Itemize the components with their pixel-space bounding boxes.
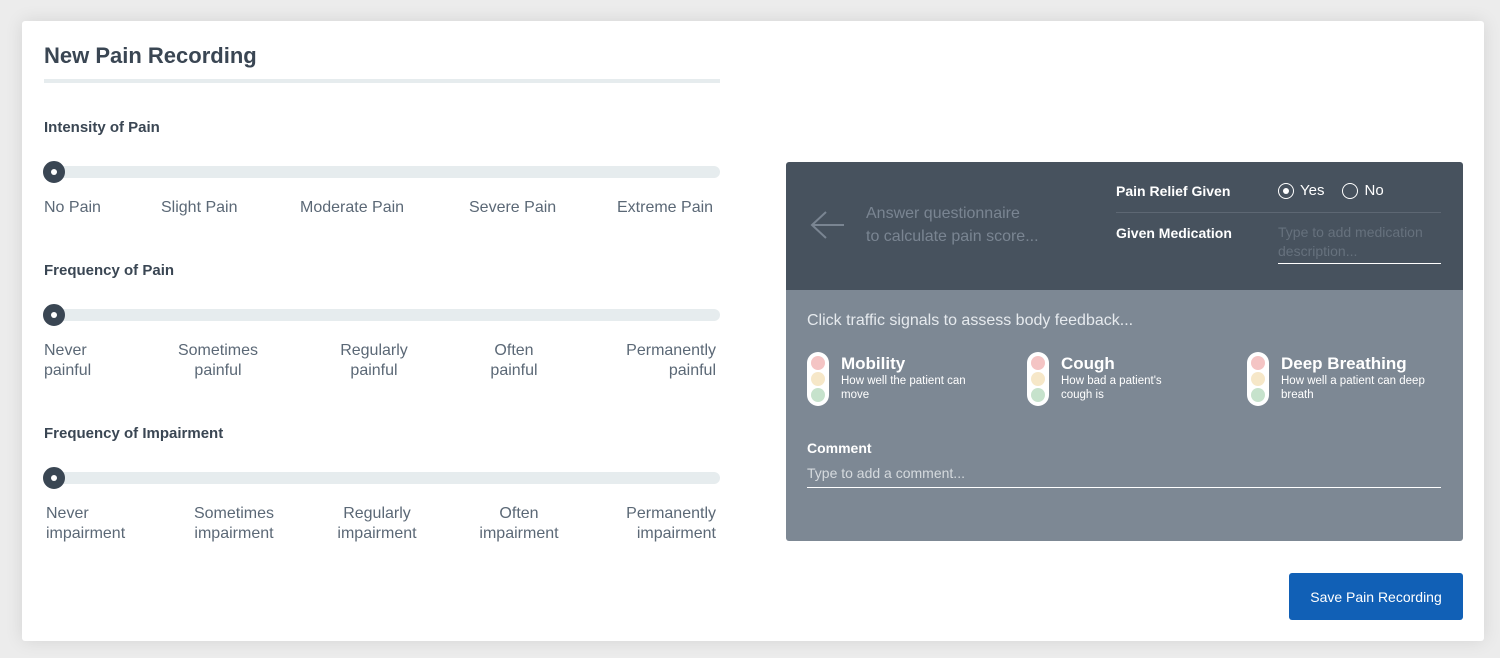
frequency-pain-label: Frequency of Pain: [44, 262, 175, 279]
radio-no-label: No: [1364, 182, 1384, 199]
impairment-option-regularly[interactable]: Regularly impairment: [327, 504, 427, 544]
frequency-impairment-slider[interactable]: [43, 467, 720, 489]
intensity-option-moderate-pain[interactable]: Moderate Pain: [300, 198, 404, 218]
given-medication-label: Given Medication: [1116, 225, 1232, 241]
radio-yes-label: Yes: [1300, 182, 1325, 199]
traffic-light-icon[interactable]: [807, 352, 829, 406]
intensity-option-no-pain[interactable]: No Pain: [44, 198, 101, 218]
frequency-pain-option-often[interactable]: Often painful: [464, 341, 564, 381]
impairment-option-sometimes[interactable]: Sometimes impairment: [184, 504, 284, 544]
frequency-pain-option-never[interactable]: Never painful: [44, 341, 91, 381]
back-arrow-icon[interactable]: [810, 210, 846, 240]
signal-title: Cough: [1061, 354, 1115, 373]
frequency-pain-slider[interactable]: [43, 304, 720, 326]
comment-label: Comment: [807, 440, 872, 456]
signal-cough[interactable]: Cough How bad a patient's cough is: [1027, 352, 1191, 406]
page-title: New Pain Recording: [44, 43, 257, 68]
panel-header: Answer questionnaire to calculate pain s…: [786, 162, 1463, 290]
frequency-pain-slider-handle[interactable]: [43, 304, 65, 326]
signal-description: How well the patient can move: [841, 375, 966, 401]
title-divider: [44, 79, 720, 83]
radio-checked-icon: [1278, 182, 1294, 199]
intensity-slider[interactable]: [43, 161, 720, 183]
traffic-signal-hint: Click traffic signals to assess body fee…: [807, 312, 1134, 329]
signal-mobility[interactable]: Mobility How well the patient can move: [807, 352, 976, 406]
save-pain-recording-button[interactable]: Save Pain Recording: [1289, 573, 1463, 620]
signal-description: How bad a patient's cough is: [1061, 375, 1162, 401]
impairment-option-never[interactable]: Never impairment: [46, 504, 125, 544]
pain-relief-no-radio[interactable]: No: [1342, 182, 1384, 199]
questionnaire-hint: Answer questionnaire to calculate pain s…: [866, 205, 1039, 245]
frequency-impairment-label: Frequency of Impairment: [44, 425, 224, 442]
pain-relief-label: Pain Relief Given: [1116, 183, 1231, 199]
comment-input[interactable]: Type to add a comment...: [807, 465, 1441, 488]
intensity-option-slight-pain[interactable]: Slight Pain: [161, 198, 238, 218]
pain-score-panel: Answer questionnaire to calculate pain s…: [786, 162, 1463, 541]
medication-input[interactable]: Type to add medication description...: [1278, 223, 1441, 264]
intensity-slider-handle[interactable]: [43, 161, 65, 183]
pain-relief-radio-group: Yes No: [1278, 182, 1384, 199]
traffic-light-icon[interactable]: [1247, 352, 1269, 406]
signal-title: Mobility: [841, 354, 906, 373]
signal-description: How well a patient can deep breath: [1281, 375, 1425, 401]
pain-relief-yes-radio[interactable]: Yes: [1278, 182, 1324, 199]
frequency-pain-option-sometimes[interactable]: Sometimes painful: [168, 341, 268, 381]
frequency-pain-option-permanently[interactable]: Permanently painful: [596, 341, 716, 381]
intensity-option-severe-pain[interactable]: Severe Pain: [469, 198, 556, 218]
intensity-option-extreme-pain[interactable]: Extreme Pain: [617, 198, 713, 218]
impairment-option-often[interactable]: Often impairment: [469, 504, 569, 544]
frequency-pain-option-regularly[interactable]: Regularly painful: [324, 341, 424, 381]
impairment-option-permanently[interactable]: Permanently impairment: [596, 504, 716, 544]
signal-title: Deep Breathing: [1281, 354, 1407, 373]
panel-body: Click traffic signals to assess body fee…: [786, 290, 1463, 541]
pain-recording-card: New Pain Recording Intensity of Pain No …: [22, 21, 1484, 641]
radio-unchecked-icon: [1342, 182, 1359, 199]
signal-deep-breathing[interactable]: Deep Breathing How well a patient can de…: [1247, 352, 1426, 406]
intensity-label: Intensity of Pain: [44, 119, 160, 136]
traffic-light-icon[interactable]: [1027, 352, 1049, 406]
header-divider: [1116, 212, 1441, 213]
frequency-impairment-slider-handle[interactable]: [43, 467, 65, 489]
